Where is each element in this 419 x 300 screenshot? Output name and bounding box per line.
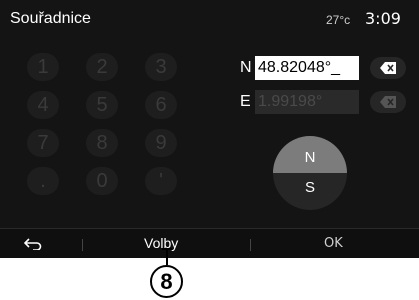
key-9[interactable]: 9 bbox=[145, 129, 177, 157]
callout-badge: 8 bbox=[150, 265, 183, 298]
key-decimal[interactable]: . bbox=[27, 167, 59, 195]
callout-line bbox=[166, 249, 168, 265]
key-1[interactable]: 1 bbox=[27, 53, 59, 81]
ok-button[interactable]: OK bbox=[324, 236, 343, 251]
backspace-icon bbox=[380, 62, 396, 74]
north-label: N bbox=[240, 59, 252, 76]
east-label: E bbox=[240, 93, 251, 110]
key-apostrophe[interactable]: ' bbox=[145, 167, 177, 195]
page-title: Souřadnice bbox=[10, 10, 91, 27]
back-arrow-icon bbox=[23, 238, 42, 251]
north-coordinate-input[interactable]: 48.82048°_ bbox=[255, 56, 359, 80]
key-2[interactable]: 2 bbox=[86, 53, 118, 81]
east-delete-button[interactable] bbox=[370, 91, 406, 113]
key-5[interactable]: 5 bbox=[86, 91, 118, 119]
hemisphere-toggle[interactable]: N S bbox=[273, 136, 347, 210]
key-6[interactable]: 6 bbox=[145, 91, 177, 119]
north-option[interactable]: N bbox=[273, 136, 347, 173]
separator bbox=[250, 239, 251, 251]
navigation-screen: Souřadnice 27°c 3:09 1 2 3 4 5 6 7 8 9 .… bbox=[0, 0, 419, 258]
bottom-bar: Volby OK bbox=[0, 228, 419, 258]
temperature-readout: 27°c bbox=[326, 13, 351, 27]
back-button[interactable] bbox=[23, 237, 42, 255]
key-8[interactable]: 8 bbox=[86, 129, 118, 157]
key-7[interactable]: 7 bbox=[27, 129, 59, 157]
separator bbox=[82, 239, 83, 251]
north-delete-button[interactable] bbox=[370, 57, 406, 79]
key-0[interactable]: 0 bbox=[86, 167, 118, 195]
south-option[interactable]: S bbox=[273, 173, 347, 210]
east-coordinate-input[interactable]: 1.99198° bbox=[255, 90, 359, 114]
clock: 3:09 bbox=[365, 9, 401, 28]
backspace-icon bbox=[380, 96, 396, 108]
key-4[interactable]: 4 bbox=[27, 91, 59, 119]
key-3[interactable]: 3 bbox=[145, 53, 177, 81]
